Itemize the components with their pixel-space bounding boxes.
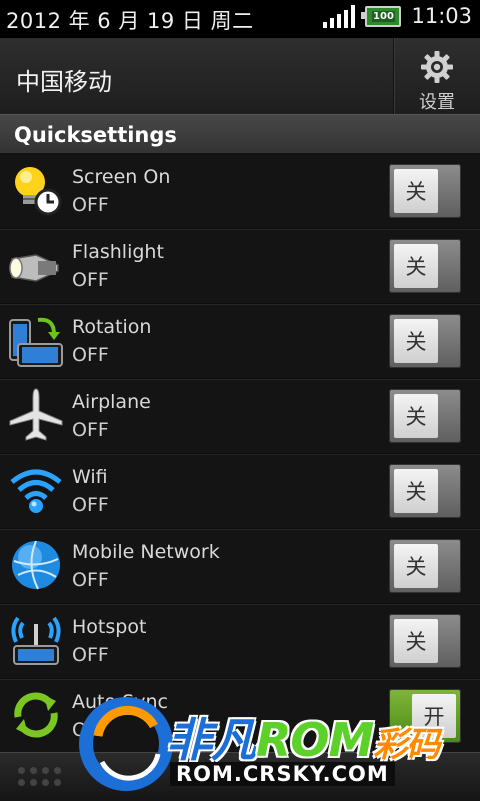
flashlight-switch[interactable]: 关 [389, 239, 461, 293]
toggle-name: Flashlight [72, 241, 164, 263]
status-bar: 2012 年 6 月 19 日 周二 100 11:03 [0, 0, 480, 38]
toggle-name: Hotspot [72, 616, 147, 638]
switch-knob: 关 [394, 169, 438, 213]
hotspot-icon [11, 616, 61, 665]
list-item-flashlight[interactable]: Flashlight OFF 关 [0, 229, 480, 304]
toggle-state: OFF [72, 194, 109, 216]
toggle-state: OFF [72, 269, 109, 291]
list-item-airplane[interactable]: Airplane OFF 关 [0, 379, 480, 454]
toggle-state: OFF [72, 344, 109, 366]
lightbulb-clock-icon [15, 167, 62, 216]
status-time: 11:03 [411, 4, 472, 28]
toggle-state: OFF [72, 644, 109, 666]
watermark-brand-c: 彩码 [373, 725, 440, 765]
switch-knob: 关 [394, 244, 438, 288]
toggle-name: Rotation [72, 316, 152, 338]
quicksettings-list: Screen On OFF 关 Flashlight OFF 关 Rotatio… [0, 154, 480, 754]
status-indicators: 100 11:03 [323, 4, 472, 28]
battery-level: 100 [372, 10, 395, 22]
gear-icon [421, 51, 453, 83]
toggle-state: OFF [72, 419, 109, 441]
switch-knob: 关 [394, 394, 438, 438]
switch-knob: 关 [394, 319, 438, 363]
section-header: Quicksettings [0, 114, 480, 154]
toggle-name: Mobile Network [72, 541, 220, 563]
battery-icon: 100 [361, 5, 402, 27]
rotation-icon [9, 317, 63, 367]
toggle-state: OFF [72, 569, 109, 591]
settings-label: 设置 [419, 92, 455, 113]
globe-icon [12, 540, 60, 590]
airplane-switch[interactable]: 关 [389, 389, 461, 443]
airplane-icon [9, 388, 63, 441]
list-item-wifi[interactable]: Wifi OFF 关 [0, 454, 480, 529]
watermark-url: ROM.CRSKY.COM [170, 762, 395, 786]
list-item-mobile-network[interactable]: Mobile Network OFF 关 [0, 529, 480, 604]
mobile-network-switch[interactable]: 关 [389, 539, 461, 593]
list-item-rotation[interactable]: Rotation OFF 关 [0, 304, 480, 379]
wifi-switch[interactable]: 关 [389, 464, 461, 518]
signal-strength-icon [323, 4, 356, 28]
watermark-brand-a: 非凡 [166, 713, 257, 767]
toggle-name: Wifi [72, 466, 108, 488]
toggle-name: Airplane [72, 391, 151, 413]
list-item-screen-on[interactable]: Screen On OFF 关 [0, 154, 480, 229]
switch-knob: 关 [394, 619, 438, 663]
carrier-name: 中国移动 [16, 68, 112, 96]
toggle-name: Screen On [72, 166, 171, 188]
switch-knob: 关 [394, 469, 438, 513]
drag-handle-icon[interactable] [18, 767, 61, 786]
screen-on-switch[interactable]: 关 [389, 164, 461, 218]
wifi-icon [10, 469, 62, 513]
switch-knob: 关 [394, 544, 438, 588]
hotspot-switch[interactable]: 关 [389, 614, 461, 668]
section-title: Quicksettings [14, 123, 177, 147]
status-date: 2012 年 6 月 19 日 周二 [6, 9, 254, 33]
watermark-brand-b: ROM [256, 713, 374, 767]
flashlight-icon [9, 254, 59, 282]
rotation-switch[interactable]: 关 [389, 314, 461, 368]
watermark: 非凡ROM彩码 ROM.CRSKY.COM [78, 690, 478, 800]
watermark-logo-icon [79, 697, 173, 791]
sync-icon [14, 692, 58, 738]
watermark-brand: 非凡ROM彩码 [166, 704, 440, 770]
app-header: 中国移动 设置 [0, 38, 480, 115]
settings-button[interactable]: 设置 [393, 38, 480, 114]
toggle-state: OFF [72, 494, 109, 516]
list-item-hotspot[interactable]: Hotspot OFF 关 [0, 604, 480, 679]
